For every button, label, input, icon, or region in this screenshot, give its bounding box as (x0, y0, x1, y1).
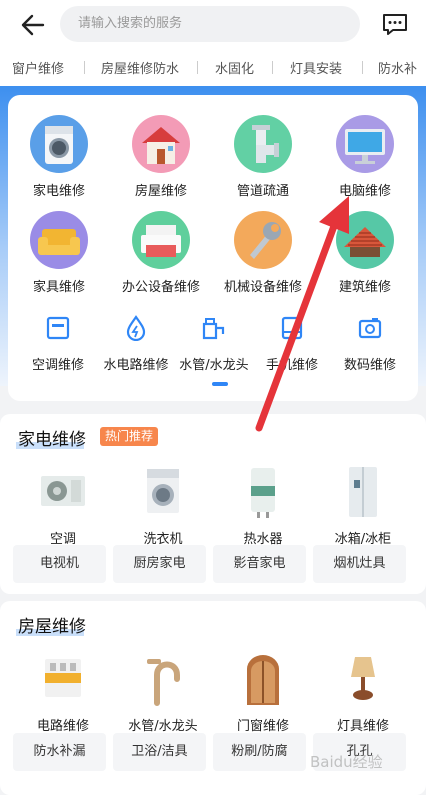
faucet-icon (202, 318, 225, 340)
category-phone-repair[interactable]: 手机维修 (249, 315, 335, 373)
chip-range-hood[interactable]: 烟机灶具 (313, 545, 406, 583)
service-label: 门窗维修 (236, 719, 289, 734)
category-card: 家电维修 房屋维修 管道疏通 电脑维修 家具维修 办公设备维修 机械设备维修 建… (8, 95, 418, 401)
category-house-repair[interactable]: 房屋维修 (111, 115, 211, 199)
chip-kitchen[interactable]: 厨房家电 (113, 545, 206, 583)
category-label: 房屋维修 (134, 184, 187, 199)
water-heater-icon (235, 464, 291, 520)
category-faucet-repair[interactable]: 水管/水龙头 (171, 315, 257, 373)
house-icon (132, 115, 190, 173)
air-conditioner-icon (46, 316, 70, 340)
camera-icon (358, 318, 382, 339)
tab-divider (197, 61, 198, 74)
chip-bathroom[interactable]: 卫浴/洁具 (113, 733, 206, 771)
message-icon[interactable] (382, 12, 408, 36)
category-label: 空调维修 (31, 358, 84, 373)
circuit-breaker-icon (35, 651, 91, 707)
tab-item[interactable]: 防水补 (378, 58, 417, 77)
door-icon (235, 651, 291, 707)
service-door-window[interactable]: 门窗维修 (215, 651, 311, 734)
tab-item[interactable]: 水固化 (215, 58, 254, 77)
category-pipe-dredging[interactable]: 管道疏通 (213, 115, 313, 199)
service-air-conditioner[interactable]: 空调 (15, 464, 111, 547)
wrench-icon (234, 211, 292, 269)
category-label: 办公设备维修 (121, 280, 200, 295)
category-office-equipment[interactable]: 办公设备维修 (111, 211, 211, 295)
service-label: 电路维修 (36, 719, 89, 734)
service-water-heater[interactable]: 热水器 (215, 464, 311, 547)
service-faucet[interactable]: 水管/水龙头 (115, 651, 211, 734)
page-indicator (212, 382, 228, 386)
back-arrow-icon[interactable] (18, 12, 46, 38)
service-washing-machine[interactable]: 洗衣机 (115, 464, 211, 547)
service-label: 水管/水龙头 (128, 719, 198, 734)
appliance-section: 家电维修 热门推荐 空调 洗衣机 热水器 冰箱/冰柜 电视机 厨房家电 影音家电… (0, 414, 426, 594)
air-conditioner-icon (35, 464, 91, 520)
category-label: 家电维修 (32, 184, 85, 199)
category-label: 建筑维修 (338, 280, 391, 295)
category-label: 数码维修 (343, 358, 396, 373)
hot-recommend-badge: 热门推荐 (100, 427, 159, 446)
service-lamp-repair[interactable]: 灯具维修 (315, 651, 411, 734)
category-label: 管道疏通 (236, 184, 289, 199)
computer-icon (336, 115, 394, 173)
water-drop-icon (126, 315, 146, 342)
category-machinery-repair[interactable]: 机械设备维修 (213, 211, 313, 295)
faucet-icon (135, 651, 191, 707)
printer-icon (132, 211, 190, 269)
category-appliance-repair[interactable]: 家电维修 (9, 115, 109, 199)
category-digital-repair[interactable]: 数码维修 (327, 315, 413, 373)
tab-divider (272, 61, 273, 74)
tab-item[interactable]: 灯具安装 (290, 58, 342, 77)
lamp-icon (335, 651, 391, 707)
category-label: 家具维修 (32, 280, 85, 295)
chip-audio-video[interactable]: 影音家电 (213, 545, 306, 583)
chip-waterproof[interactable]: 防水补漏 (13, 733, 106, 771)
phone-icon (281, 316, 303, 340)
watermark: Baidu经验 (310, 753, 383, 771)
tab-divider (84, 61, 85, 74)
tab-item[interactable]: 房屋维修防水 (101, 58, 179, 77)
section-title: 家电维修 (16, 430, 86, 450)
category-label: 水电路维修 (103, 358, 169, 373)
category-label: 手机维修 (265, 358, 318, 373)
category-tabs: 窗户维修 房屋维修防水 水固化 灯具安装 防水补 (0, 50, 426, 86)
category-label: 水管/水龙头 (179, 358, 249, 373)
category-label: 电脑维修 (338, 184, 391, 199)
tab-item[interactable]: 窗户维修 (12, 58, 64, 77)
top-bar: 请输入搜索的服务 (0, 0, 426, 50)
washing-machine-icon (135, 464, 191, 520)
pipe-icon (234, 115, 292, 173)
category-building-repair[interactable]: 建筑维修 (315, 211, 415, 295)
category-ac-repair[interactable]: 空调维修 (15, 315, 101, 373)
service-refrigerator[interactable]: 冰箱/冰柜 (315, 464, 411, 547)
chip-tv[interactable]: 电视机 (13, 545, 106, 583)
service-circuit-repair[interactable]: 电路维修 (15, 651, 111, 734)
service-label: 灯具维修 (336, 719, 389, 734)
category-label: 机械设备维修 (223, 280, 302, 295)
washing-machine-icon (30, 115, 88, 173)
category-water-electric-repair[interactable]: 水电路维修 (93, 315, 179, 373)
roof-icon (336, 211, 394, 269)
tab-divider (362, 61, 363, 74)
category-computer-repair[interactable]: 电脑维修 (315, 115, 415, 199)
category-furniture-repair[interactable]: 家具维修 (9, 211, 109, 295)
chip-painting[interactable]: 粉刷/防腐 (213, 733, 306, 771)
refrigerator-icon (335, 464, 391, 520)
section-title: 房屋维修 (16, 617, 86, 637)
search-input[interactable]: 请输入搜索的服务 (60, 6, 360, 42)
sofa-icon (30, 211, 88, 269)
